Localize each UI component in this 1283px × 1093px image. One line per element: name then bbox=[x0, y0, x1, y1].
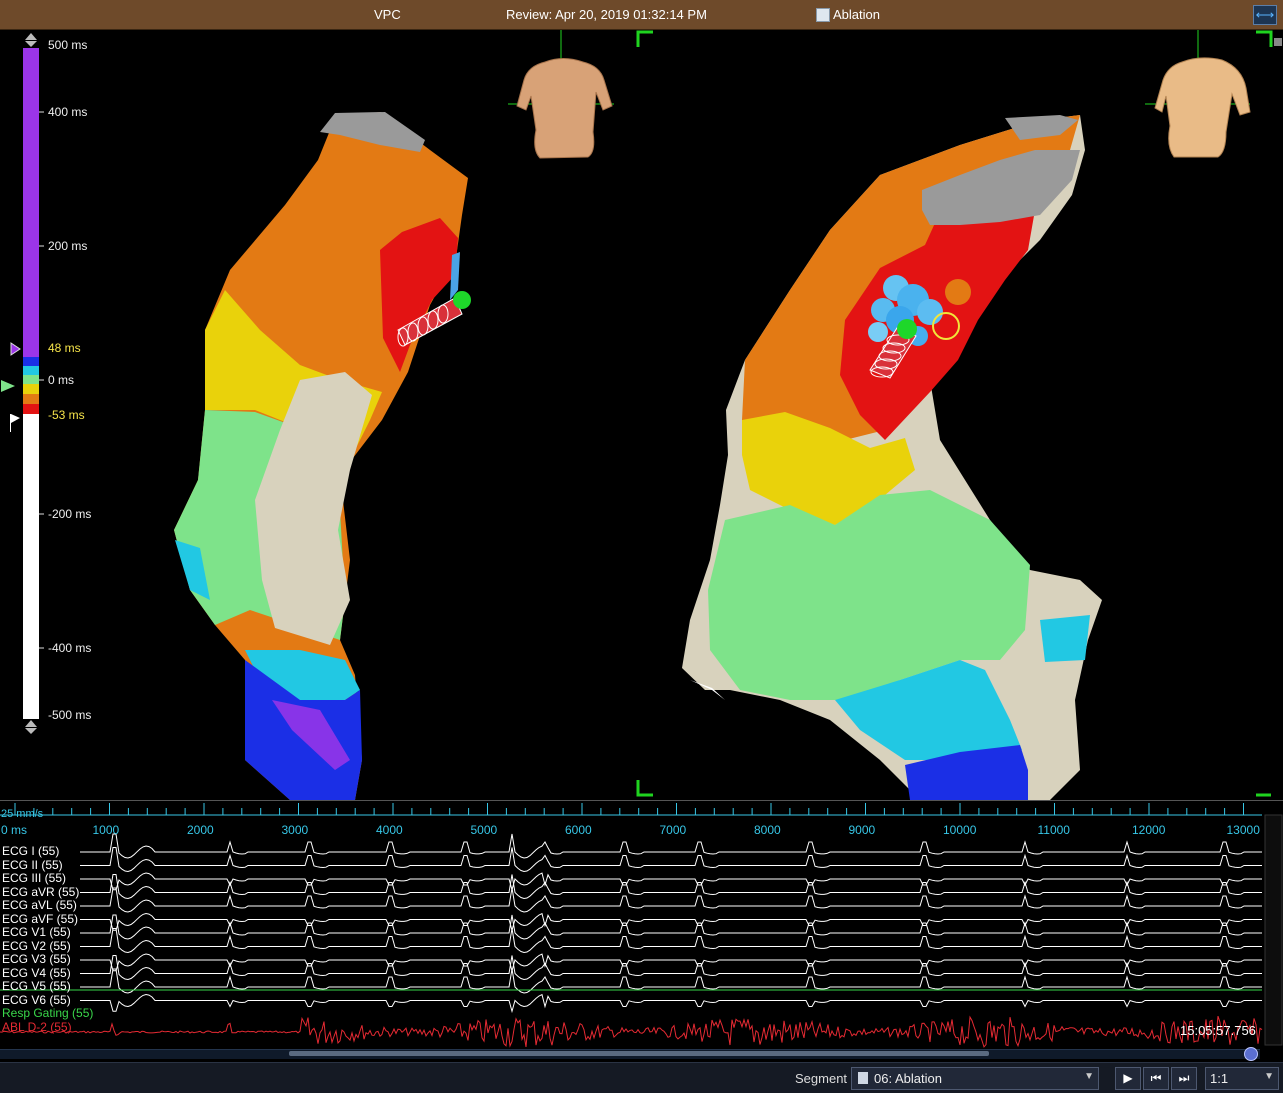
step-back-button[interactable]: ⏮ bbox=[1143, 1067, 1169, 1090]
segment-select[interactable]: 06: Ablation ▼ bbox=[851, 1067, 1099, 1090]
ruler-tick-label: 9000 bbox=[848, 823, 876, 837]
ruler-tick-label: 12000 bbox=[1132, 823, 1166, 837]
ecg-channel-label: ECG aVL (55) bbox=[2, 898, 77, 912]
ecg-channel-label: ECG I (55) bbox=[2, 844, 60, 858]
abl-channel-label: ABL D-2 (55) bbox=[2, 1020, 72, 1034]
ecg-trace bbox=[80, 912, 1262, 933]
ecg-trace bbox=[80, 872, 1262, 892]
abl-trace bbox=[0, 1015, 1263, 1048]
ecg-trace bbox=[80, 928, 1262, 954]
zoom-select[interactable]: 1:1 ▼ bbox=[1205, 1067, 1279, 1090]
ecg-channel-label: ECG V4 (55) bbox=[2, 965, 71, 980]
ecg-trace bbox=[80, 955, 1262, 981]
ruler-tick-label: 10000 bbox=[943, 823, 977, 837]
play-icon: ▶ bbox=[1123, 1071, 1133, 1085]
ecg-channel-label: ECG aVR (55) bbox=[2, 884, 80, 899]
step-back-icon: ⏮ bbox=[1150, 1071, 1162, 1085]
segment-value: 06: Ablation bbox=[874, 1071, 942, 1086]
orientation-torso-left-icon bbox=[508, 30, 614, 159]
status-bar: Segment 06: Ablation ▼ ▶ ⏮ ⏭ 1:1 ▼ bbox=[0, 1062, 1283, 1093]
ecg-trace bbox=[80, 833, 1262, 859]
play-button[interactable]: ▶ bbox=[1115, 1067, 1141, 1090]
heart-model-right[interactable] bbox=[682, 115, 1102, 800]
step-forward-button[interactable]: ⏭ bbox=[1171, 1067, 1197, 1090]
chevron-down-icon: ▼ bbox=[1084, 1071, 1094, 1082]
sweep-speed: 25 mm/s bbox=[1, 808, 44, 820]
chevron-down-icon: ▼ bbox=[1264, 1071, 1274, 1082]
ecg-channel-label: ECG V1 (55) bbox=[2, 925, 71, 939]
zoom-value: 1:1 bbox=[1210, 1071, 1229, 1086]
ecg-channel-label: ECG V3 (55) bbox=[2, 952, 71, 966]
ruler-tick-label: 6000 bbox=[565, 823, 592, 837]
ruler-tick-label: 13000 bbox=[1226, 823, 1260, 837]
ecg-channel-label: ECG V6 (55) bbox=[2, 992, 71, 1007]
ruler-tick-label: 8000 bbox=[754, 823, 781, 837]
ruler-tick-label: 2000 bbox=[187, 823, 214, 837]
segment-label: Segment bbox=[795, 1071, 848, 1086]
ruler-tick-label: 0 ms bbox=[1, 823, 28, 837]
ecg-channel-label: ECG V5 (55) bbox=[2, 979, 71, 993]
ecg-channel-label: ECG V2 (55) bbox=[2, 938, 71, 953]
ruler-tick-label: 7000 bbox=[659, 823, 687, 837]
ecg-trace bbox=[80, 847, 1262, 873]
resp-gating-label: Resp Gating (55) bbox=[2, 1006, 94, 1020]
ruler-tick-label: 4000 bbox=[376, 823, 403, 837]
ecg-channel-label: ECG II (55) bbox=[2, 857, 63, 872]
ecg-traces bbox=[0, 803, 1283, 1048]
ecg-channel-label: ECG aVF (55) bbox=[2, 911, 79, 926]
ecg-panel[interactable]: 25 mm/s 0 ms 1000 2000 3000 4000 5000 6000 7000… bbox=[0, 800, 1283, 1063]
playhead-marker[interactable] bbox=[1244, 1047, 1258, 1061]
heart-model-left[interactable] bbox=[174, 112, 471, 800]
ruler-tick-label: 5000 bbox=[470, 823, 498, 837]
ruler-tick-label: 1000 bbox=[92, 823, 120, 837]
map-scroll-handle bbox=[1274, 38, 1282, 46]
ruler-tick-label: 11000 bbox=[1037, 823, 1070, 837]
ruler-tick-label: 3000 bbox=[281, 823, 309, 837]
timeline-scroll-thumb[interactable] bbox=[289, 1051, 989, 1056]
document-icon bbox=[858, 1072, 868, 1084]
step-forward-icon: ⏭ bbox=[1178, 1071, 1190, 1085]
ecg-trace bbox=[80, 874, 1262, 900]
current-time: 15:05:57.756 bbox=[1180, 1023, 1256, 1038]
ecg-trace bbox=[80, 953, 1262, 973]
ecg-channel-label: ECG III (55) bbox=[2, 871, 67, 885]
ecg-trace bbox=[80, 993, 1262, 1014]
map-views[interactable] bbox=[0, 0, 1283, 800]
ecg-trace bbox=[80, 914, 1262, 940]
ecg-trace bbox=[80, 968, 1262, 994]
orientation-torso-right-icon bbox=[1145, 30, 1251, 158]
ecg-scrollbar bbox=[1264, 814, 1283, 1046]
ecg-trace bbox=[80, 887, 1262, 913]
